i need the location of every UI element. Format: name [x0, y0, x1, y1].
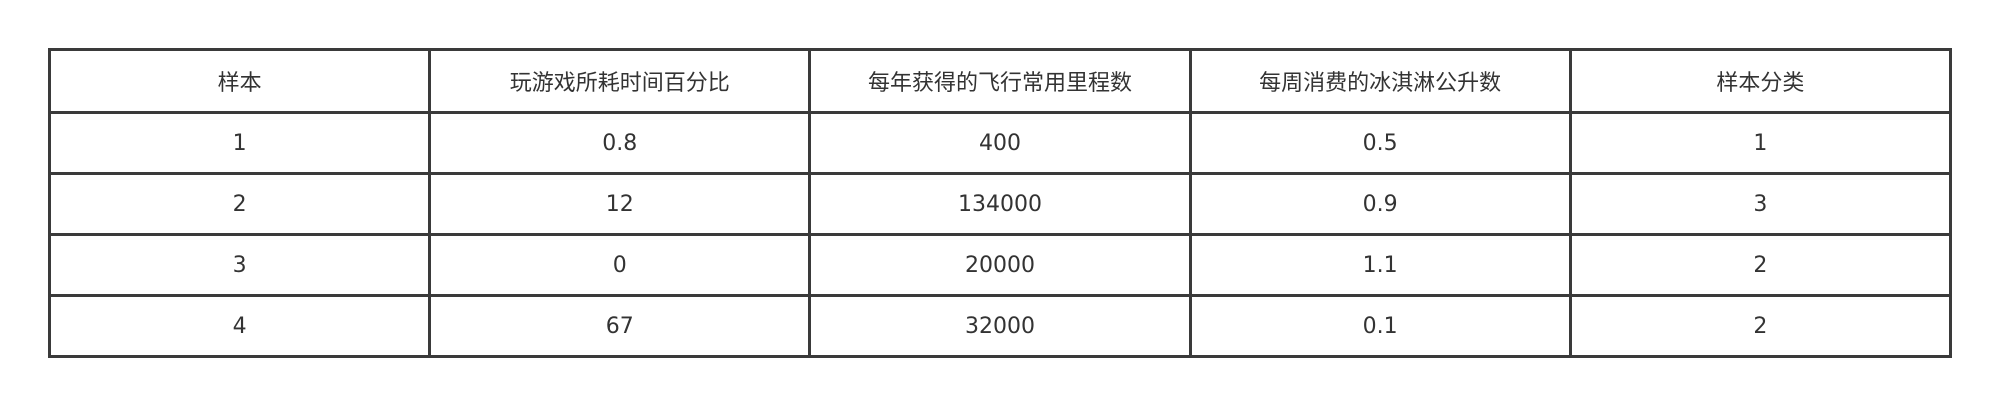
cell-icecream-liters: 0.9 — [1188, 172, 1572, 236]
header-flyer-miles: 每年获得的飞行常用里程数 — [808, 48, 1192, 114]
cell-flyer-miles: 32000 — [808, 294, 1192, 358]
cell-sample-class: 2 — [1568, 294, 1953, 358]
cell-game-time-percent: 12 — [428, 172, 812, 236]
cell-game-time-percent: 0.8 — [428, 111, 812, 175]
cell-sample: 3 — [47, 233, 432, 297]
cell-sample-class: 1 — [1568, 111, 1953, 175]
cell-game-time-percent: 0 — [428, 233, 812, 297]
cell-sample-class: 2 — [1568, 233, 1953, 297]
table-row: 4 67 32000 0.1 2 — [47, 294, 1953, 358]
data-table: 样本 玩游戏所耗时间百分比 每年获得的飞行常用里程数 每周消费的冰淇淋公升数 样… — [47, 48, 1953, 358]
table-header-row: 样本 玩游戏所耗时间百分比 每年获得的飞行常用里程数 每周消费的冰淇淋公升数 样… — [47, 48, 1953, 114]
data-table-container: 样本 玩游戏所耗时间百分比 每年获得的飞行常用里程数 每周消费的冰淇淋公升数 样… — [47, 48, 1953, 358]
header-sample-class: 样本分类 — [1568, 48, 1953, 114]
cell-flyer-miles: 400 — [808, 111, 1192, 175]
cell-sample-class: 3 — [1568, 172, 1953, 236]
cell-sample: 1 — [47, 111, 432, 175]
table-row: 2 12 134000 0.9 3 — [47, 172, 1953, 236]
header-sample: 样本 — [47, 48, 432, 114]
cell-icecream-liters: 0.1 — [1188, 294, 1572, 358]
cell-flyer-miles: 20000 — [808, 233, 1192, 297]
table-row: 1 0.8 400 0.5 1 — [47, 111, 1953, 175]
header-icecream-liters: 每周消费的冰淇淋公升数 — [1188, 48, 1572, 114]
table-row: 3 0 20000 1.1 2 — [47, 233, 1953, 297]
cell-icecream-liters: 0.5 — [1188, 111, 1572, 175]
cell-flyer-miles: 134000 — [808, 172, 1192, 236]
cell-game-time-percent: 67 — [428, 294, 812, 358]
cell-icecream-liters: 1.1 — [1188, 233, 1572, 297]
cell-sample: 2 — [47, 172, 432, 236]
header-game-time-percent: 玩游戏所耗时间百分比 — [428, 48, 812, 114]
cell-sample: 4 — [47, 294, 432, 358]
